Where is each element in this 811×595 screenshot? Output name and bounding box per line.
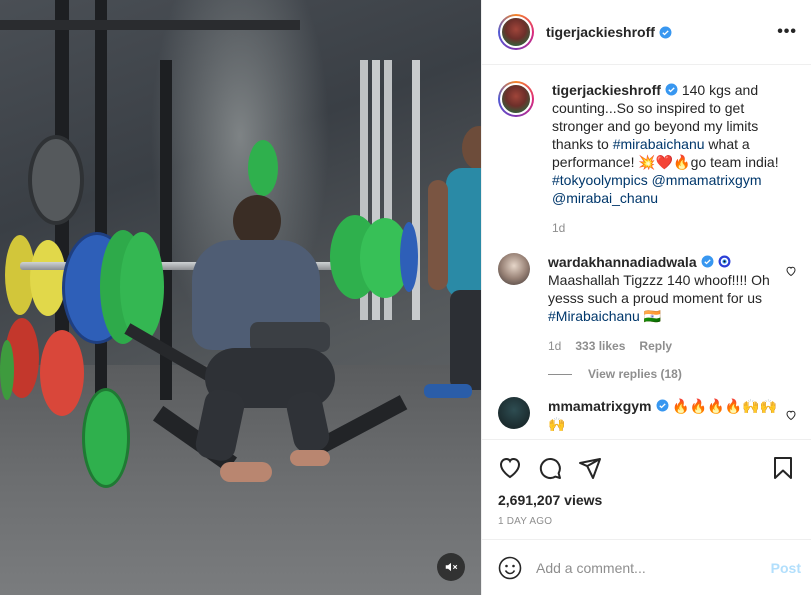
mute-button[interactable] (437, 553, 465, 581)
post-header: tigerjackieshroff ••• (482, 0, 811, 65)
caption-timestamp: 1d (552, 221, 566, 235)
view-replies-label: View replies (18) (588, 367, 682, 381)
more-options-button[interactable]: ••• (777, 23, 797, 41)
view-replies-button[interactable]: View replies (18) (548, 367, 797, 381)
comment-item: wardakhannadiadwala Maashallah Tigzzz 14… (498, 253, 797, 355)
verified-badge-icon (665, 83, 678, 96)
comment-timestamp: 1d (548, 339, 562, 353)
post-video[interactable] (0, 0, 481, 595)
comment-input[interactable] (536, 559, 771, 576)
share-icon[interactable] (578, 456, 602, 480)
comment-likes[interactable]: 333 likes (575, 337, 625, 355)
mention-link[interactable]: @mirabai_chanu (552, 190, 658, 206)
author-avatar[interactable] (498, 14, 534, 50)
verified-badge-icon (656, 399, 668, 412)
commenter-username[interactable]: mmamatrixgym (548, 398, 652, 414)
bookmark-icon[interactable] (771, 456, 795, 480)
post-comment-button[interactable]: Post (771, 560, 801, 576)
post-actions: 2,691,207 views 1 DAY AGO (482, 439, 811, 539)
emoji-icon[interactable] (498, 556, 522, 580)
comment-icon[interactable] (538, 456, 562, 480)
view-count[interactable]: 2,691,207 views (498, 492, 795, 508)
comment-text: 🇮🇳 (639, 308, 662, 324)
reply-button[interactable]: Reply (639, 337, 672, 355)
caption: tigerjackieshroff 140 kgs and counting..… (498, 81, 797, 237)
hashtag-link[interactable]: #tokyoolympics (552, 172, 648, 188)
caption-username[interactable]: tigerjackieshroff (552, 82, 661, 98)
add-comment-bar: Post (482, 539, 811, 595)
hashtag-link[interactable]: #mirabaichanu (613, 136, 705, 152)
commenter-avatar[interactable] (498, 253, 530, 285)
hashtag-link[interactable]: #Mirabaichanu (548, 308, 640, 324)
comment-like-icon[interactable] (785, 409, 797, 421)
heart-icon[interactable] (498, 456, 522, 480)
caption-avatar[interactable] (498, 81, 534, 117)
comment-like-icon[interactable] (785, 265, 797, 277)
comment-item: mmamatrixgym 🔥🔥🔥🔥🙌🙌🙌 (498, 397, 797, 433)
speaker-muted-icon (445, 562, 458, 572)
comment-text: Maashallah Tigzzz 140 whoof!!!! Oh yesss… (548, 272, 770, 306)
comments-list[interactable]: tigerjackieshroff 140 kgs and counting..… (482, 65, 811, 439)
post-side-panel: tigerjackieshroff ••• tigerjackieshroff … (481, 0, 811, 595)
post-date[interactable]: 1 DAY AGO (498, 516, 795, 527)
author-username[interactable]: tigerjackieshroff (546, 24, 655, 40)
mention-link[interactable]: @mmamatrixgym (652, 172, 762, 188)
verified-badge-icon (701, 255, 714, 268)
verified-badge-icon (659, 26, 672, 38)
commenter-username[interactable]: wardakhannadiadwala (548, 254, 697, 270)
nazar-emoji-icon (718, 255, 731, 268)
commenter-avatar[interactable] (498, 397, 530, 429)
